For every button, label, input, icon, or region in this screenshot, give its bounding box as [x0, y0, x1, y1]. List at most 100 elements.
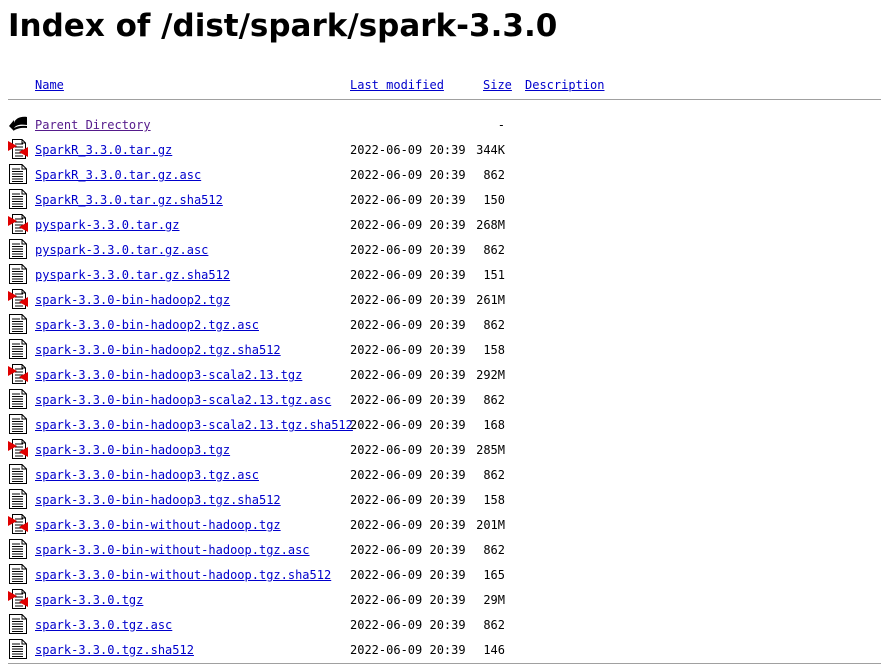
sort-by-name-link[interactable]: Name: [35, 78, 64, 92]
file-link[interactable]: spark-3.3.0.tgz.asc: [35, 618, 172, 632]
page-title: Index of /dist/spark/spark-3.3.0: [8, 8, 558, 44]
file-size: 862: [483, 543, 505, 557]
file-size: 292M: [476, 368, 505, 382]
file-link[interactable]: spark-3.3.0-bin-without-hadoop.tgz.sha51…: [35, 568, 331, 582]
file-row: spark-3.3.0-bin-hadoop3.tgz.sha512 2022-0…: [0, 488, 881, 513]
file-row: SparkR_3.3.0.tar.gz 2022-06-09 20:39 344K: [0, 138, 881, 163]
column-header-last-modified[interactable]: Last modified: [350, 77, 444, 93]
file-link[interactable]: SparkR_3.3.0.tar.gz.sha512: [35, 193, 223, 207]
file-link[interactable]: spark-3.3.0-bin-without-hadoop.tgz.asc: [35, 543, 310, 557]
text-file-icon: [8, 388, 28, 410]
file-link[interactable]: spark-3.3.0-bin-hadoop2.tgz.sha512: [35, 343, 281, 357]
file-row: pyspark-3.3.0.tar.gz 2022-06-09 20:39 268M: [0, 213, 881, 238]
file-row: spark-3.3.0-bin-hadoop2.tgz 2022-06-09 20…: [0, 288, 881, 313]
parent-directory-link[interactable]: Parent Directory: [35, 118, 151, 132]
file-row: spark-3.3.0-bin-hadoop2.tgz.sha512 2022-0…: [0, 338, 881, 363]
file-row: spark-3.3.0.tgz 2022-06-09 20:39 29M: [0, 588, 881, 613]
file-link[interactable]: spark-3.3.0-bin-without-hadoop.tgz: [35, 518, 281, 532]
column-header-name[interactable]: Name: [35, 77, 64, 93]
file-row: SparkR_3.3.0.tar.gz.sha512 2022-06-09 20:…: [0, 188, 881, 213]
text-file-icon: [8, 563, 28, 585]
file-last-modified: 2022-06-09 20:39: [350, 343, 466, 357]
sort-by-description-link[interactable]: Description: [525, 78, 604, 92]
file-link[interactable]: spark-3.3.0-bin-hadoop3.tgz: [35, 443, 230, 457]
text-file-icon: [8, 538, 28, 560]
file-size: 165: [483, 568, 505, 582]
file-link[interactable]: SparkR_3.3.0.tar.gz: [35, 143, 172, 157]
text-file-icon: [8, 238, 28, 260]
column-header-description[interactable]: Description: [525, 77, 604, 93]
compressed-file-icon: [8, 213, 28, 235]
compressed-file-icon: [8, 138, 28, 160]
file-row: spark-3.3.0-bin-hadoop3-scala2.13.tgz.as…: [0, 388, 881, 413]
file-link[interactable]: spark-3.3.0-bin-hadoop2.tgz: [35, 293, 230, 307]
file-row: spark-3.3.0-bin-hadoop3-scala2.13.tgz 202…: [0, 363, 881, 388]
file-row: spark-3.3.0-bin-without-hadoop.tgz 2022-0…: [0, 513, 881, 538]
text-file-icon: [8, 638, 28, 660]
file-row: spark-3.3.0-bin-hadoop3-scala2.13.tgz.sh…: [0, 413, 881, 438]
file-row: pyspark-3.3.0.tar.gz.sha512 2022-06-09 20…: [0, 263, 881, 288]
footer-divider: [8, 663, 881, 664]
file-last-modified: 2022-06-09 20:39: [350, 318, 466, 332]
file-last-modified: 2022-06-09 20:39: [350, 543, 466, 557]
file-last-modified: 2022-06-09 20:39: [350, 593, 466, 607]
file-last-modified: 2022-06-09 20:39: [350, 168, 466, 182]
file-last-modified: 2022-06-09 20:39: [350, 468, 466, 482]
file-row: spark-3.3.0-bin-without-hadoop.tgz.sha51…: [0, 563, 881, 588]
file-size: 151: [483, 268, 505, 282]
file-last-modified: 2022-06-09 20:39: [350, 518, 466, 532]
file-last-modified: 2022-06-09 20:39: [350, 268, 466, 282]
file-size: 862: [483, 468, 505, 482]
text-file-icon: [8, 613, 28, 635]
file-last-modified: 2022-06-09 20:39: [350, 368, 466, 382]
text-file-icon: [8, 313, 28, 335]
file-row: spark-3.3.0-bin-hadoop3.tgz.asc 2022-06-0…: [0, 463, 881, 488]
column-header-size[interactable]: Size: [483, 77, 512, 93]
text-file-icon: [8, 463, 28, 485]
file-link[interactable]: spark-3.3.0-bin-hadoop3.tgz.asc: [35, 468, 259, 482]
text-file-icon: [8, 263, 28, 285]
file-link[interactable]: spark-3.3.0-bin-hadoop2.tgz.asc: [35, 318, 259, 332]
file-row: spark-3.3.0-bin-hadoop2.tgz.asc 2022-06-0…: [0, 313, 881, 338]
file-size: 261M: [476, 293, 505, 307]
file-link[interactable]: pyspark-3.3.0.tar.gz.asc: [35, 243, 208, 257]
file-size: 862: [483, 618, 505, 632]
file-last-modified: 2022-06-09 20:39: [350, 193, 466, 207]
file-size: 201M: [476, 518, 505, 532]
file-size: 268M: [476, 218, 505, 232]
file-link[interactable]: pyspark-3.3.0.tar.gz.sha512: [35, 268, 230, 282]
file-link[interactable]: spark-3.3.0-bin-hadoop3-scala2.13.tgz: [35, 368, 302, 382]
compressed-file-icon: [8, 513, 28, 535]
parent-directory-row: Parent Directory -: [0, 113, 881, 138]
file-link[interactable]: spark-3.3.0.tgz: [35, 593, 143, 607]
file-size: 862: [483, 168, 505, 182]
file-last-modified: 2022-06-09 20:39: [350, 443, 466, 457]
file-row: spark-3.3.0.tgz.asc 2022-06-09 20:39 862: [0, 613, 881, 638]
sort-by-last-modified-link[interactable]: Last modified: [350, 78, 444, 92]
file-last-modified: 2022-06-09 20:39: [350, 143, 466, 157]
file-row: pyspark-3.3.0.tar.gz.asc 2022-06-09 20:39…: [0, 238, 881, 263]
file-size: 146: [483, 643, 505, 657]
file-link[interactable]: spark-3.3.0.tgz.sha512: [35, 643, 194, 657]
file-link[interactable]: pyspark-3.3.0.tar.gz: [35, 218, 180, 232]
file-size: 168: [483, 418, 505, 432]
file-size: 862: [483, 318, 505, 332]
file-size: 344K: [476, 143, 505, 157]
compressed-file-icon: [8, 588, 28, 610]
file-link[interactable]: spark-3.3.0-bin-hadoop3-scala2.13.tgz.sh…: [35, 418, 353, 432]
sort-by-size-link[interactable]: Size: [483, 78, 512, 92]
file-link[interactable]: spark-3.3.0-bin-hadoop3.tgz.sha512: [35, 493, 281, 507]
file-last-modified: 2022-06-09 20:39: [350, 643, 466, 657]
file-size: 862: [483, 393, 505, 407]
file-last-modified: 2022-06-09 20:39: [350, 418, 466, 432]
file-link[interactable]: spark-3.3.0-bin-hadoop3-scala2.13.tgz.as…: [35, 393, 331, 407]
file-row: SparkR_3.3.0.tar.gz.asc 2022-06-09 20:39 8…: [0, 163, 881, 188]
file-row: spark-3.3.0-bin-without-hadoop.tgz.asc 20…: [0, 538, 881, 563]
file-size: 862: [483, 243, 505, 257]
file-size: 158: [483, 493, 505, 507]
file-link[interactable]: SparkR_3.3.0.tar.gz.asc: [35, 168, 201, 182]
file-last-modified: 2022-06-09 20:39: [350, 218, 466, 232]
file-last-modified: 2022-06-09 20:39: [350, 493, 466, 507]
text-file-icon: [8, 488, 28, 510]
file-row: spark-3.3.0.tgz.sha512 2022-06-09 20:39 14…: [0, 638, 881, 663]
